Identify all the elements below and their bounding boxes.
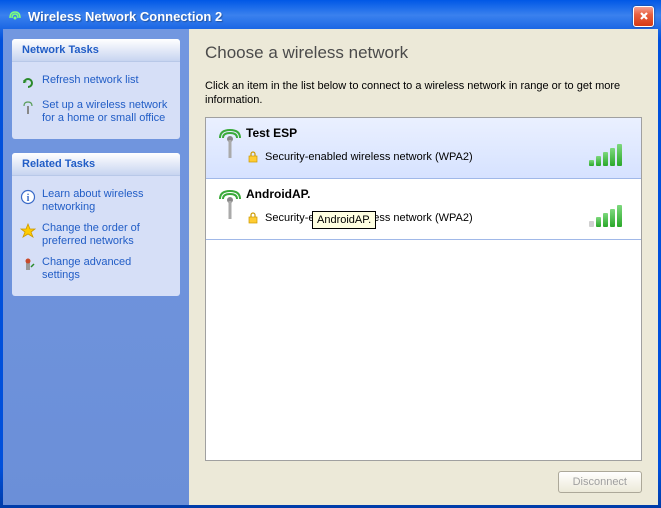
- task-label: Change advanced settings: [42, 256, 172, 282]
- info-icon: i: [20, 189, 36, 205]
- svg-text:i: i: [27, 193, 30, 204]
- task-learn-wireless[interactable]: i Learn about wireless networking: [18, 184, 174, 218]
- lock-icon: [246, 150, 260, 164]
- task-label: Change the order of preferred networks: [42, 222, 172, 248]
- security-text: Security-enabled wireless network (WPA2): [265, 151, 473, 163]
- panel-header: Network Tasks: [12, 39, 180, 62]
- disconnect-button[interactable]: Disconnect: [558, 471, 642, 493]
- refresh-icon: [20, 75, 36, 91]
- tooltip: AndroidAP.: [312, 211, 376, 229]
- titlebar[interactable]: Wireless Network Connection 2: [3, 3, 658, 29]
- network-item[interactable]: Test ESP Security-enabled wireless netwo…: [206, 118, 641, 179]
- button-row: Disconnect: [205, 461, 642, 493]
- task-label: Refresh network list: [42, 74, 139, 87]
- signal-strength-icon: [589, 144, 631, 168]
- task-refresh-network-list[interactable]: Refresh network list: [18, 70, 174, 95]
- task-setup-wireless-network[interactable]: Set up a wireless network for a home or …: [18, 95, 174, 129]
- main-content: Choose a wireless network Click an item …: [189, 29, 658, 505]
- gear-icon: [20, 257, 36, 273]
- window-frame: Wireless Network Connection 2 Network Ta…: [0, 0, 661, 508]
- task-change-order[interactable]: Change the order of preferred networks: [18, 218, 174, 252]
- client-area: Network Tasks Refresh network list Set u…: [3, 29, 658, 505]
- network-name: Test ESP: [246, 126, 589, 140]
- wireless-tower-icon: [216, 126, 246, 167]
- network-list[interactable]: Test ESP Security-enabled wireless netwo…: [205, 117, 642, 461]
- wireless-tower-icon: [216, 187, 246, 228]
- network-name: AndroidAP.: [246, 187, 589, 201]
- panel-network-tasks: Network Tasks Refresh network list Set u…: [12, 39, 180, 139]
- task-label: Learn about wireless networking: [42, 188, 172, 214]
- window-title: Wireless Network Connection 2: [28, 9, 633, 24]
- antenna-icon: [20, 100, 36, 116]
- star-icon: [20, 223, 36, 239]
- network-item[interactable]: AndroidAP. Security-enabled wireless net…: [206, 179, 641, 240]
- close-button[interactable]: [633, 6, 654, 27]
- page-title: Choose a wireless network: [205, 43, 642, 63]
- panel-related-tasks: Related Tasks i Learn about wireless net…: [12, 153, 180, 296]
- wireless-icon: [7, 8, 23, 24]
- sidebar: Network Tasks Refresh network list Set u…: [3, 29, 189, 505]
- task-advanced-settings[interactable]: Change advanced settings: [18, 252, 174, 286]
- page-description: Click an item in the list below to conne…: [205, 79, 642, 107]
- panel-header: Related Tasks: [12, 153, 180, 176]
- task-label: Set up a wireless network for a home or …: [42, 99, 172, 125]
- signal-strength-icon: [589, 205, 631, 229]
- lock-icon: [246, 211, 260, 225]
